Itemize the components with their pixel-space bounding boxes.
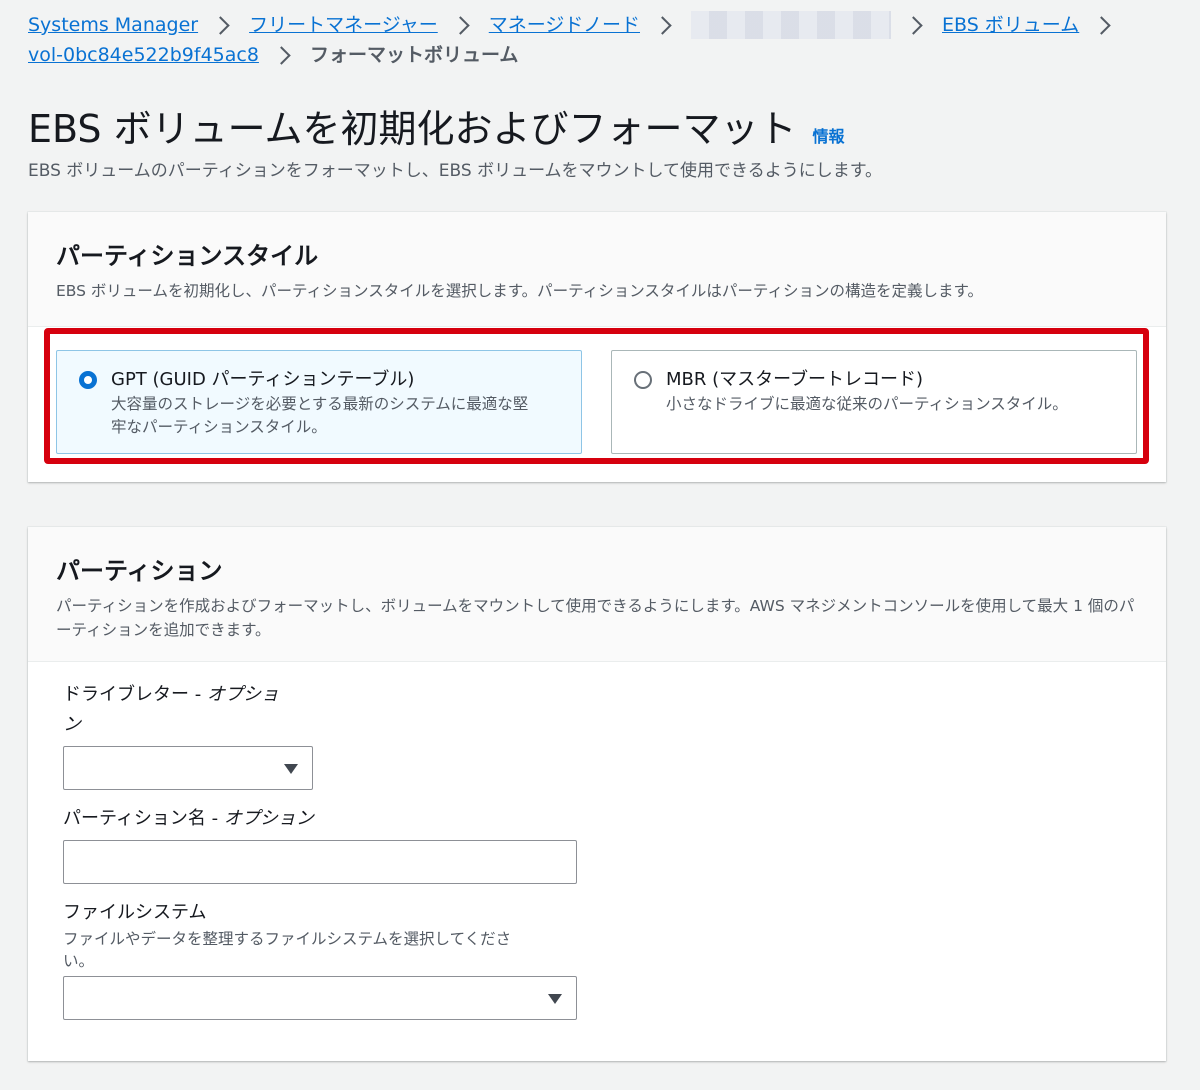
- partition-form: ドライブレター - オプショ ン パーティション名 - オプション ファイルシス…: [28, 662, 1166, 1020]
- file-system-help-line1: ファイルやデータを整理するファイルシステムを選択してくださ: [63, 930, 512, 948]
- drive-letter-select[interactable]: [63, 746, 313, 790]
- breadcrumb-managed-nodes[interactable]: マネージドノード: [489, 10, 640, 40]
- breadcrumb-ebs-volumes[interactable]: EBS ボリューム: [942, 10, 1079, 40]
- partition-description: パーティションを作成およびフォーマットし、ボリュームをマウントして使用できるよう…: [56, 597, 1135, 639]
- page-title: EBS ボリュームを初期化およびフォーマット 情報: [28, 98, 845, 153]
- file-system-label: ファイルシステム: [63, 902, 207, 923]
- partition-panel: パーティション パーティションを作成およびフォーマットし、ボリュームをマウントし…: [28, 527, 1166, 1061]
- caret-down-icon: [548, 994, 562, 1004]
- chevron-right-icon: [904, 15, 923, 35]
- chevron-right-icon: [211, 15, 230, 35]
- breadcrumb-current-page: フォーマットボリューム: [309, 44, 519, 66]
- partition-header: パーティション パーティションを作成およびフォーマットし、ボリュームをマウントし…: [28, 527, 1166, 662]
- breadcrumb-fleet-manager[interactable]: フリートマネージャー: [249, 10, 438, 40]
- drive-letter-label: ドライブレター - オプショ ン: [63, 684, 279, 735]
- breadcrumb-node-id-redacted[interactable]: [691, 11, 891, 39]
- partition-style-title: パーティションスタイル: [56, 242, 319, 270]
- breadcrumb: Systems Manager フリートマネージャー マネージドノード EBS …: [28, 10, 1178, 70]
- info-link[interactable]: 情報: [812, 123, 844, 147]
- page-description: EBS ボリュームのパーティションをフォーマットし、EBS ボリュームをマウント…: [28, 161, 883, 181]
- highlight-box: [44, 328, 1149, 464]
- chevron-right-icon: [272, 45, 291, 65]
- chevron-right-icon: [653, 15, 672, 35]
- partition-name-label: パーティション名 - オプション: [63, 808, 314, 829]
- chevron-right-icon: [451, 15, 470, 35]
- file-system-select[interactable]: [63, 976, 577, 1020]
- caret-down-icon: [284, 764, 298, 774]
- partition-style-panel: パーティションスタイル EBS ボリュームを初期化し、パーティションスタイルを選…: [28, 212, 1166, 482]
- partition-style-header: パーティションスタイル EBS ボリュームを初期化し、パーティションスタイルを選…: [28, 212, 1166, 327]
- file-system-help-line2: い。: [63, 952, 95, 970]
- partition-style-description: EBS ボリュームを初期化し、パーティションスタイルを選択します。パーティション…: [56, 282, 983, 300]
- partition-name-input[interactable]: [63, 840, 577, 884]
- chevron-right-icon: [1092, 15, 1111, 35]
- partition-title: パーティション: [56, 557, 223, 585]
- breadcrumb-volume-id[interactable]: vol-0bc84e522b9f45ac8: [28, 40, 259, 70]
- page-title-text: EBS ボリュームを初期化およびフォーマット: [28, 107, 797, 151]
- breadcrumb-systems-manager[interactable]: Systems Manager: [28, 10, 198, 40]
